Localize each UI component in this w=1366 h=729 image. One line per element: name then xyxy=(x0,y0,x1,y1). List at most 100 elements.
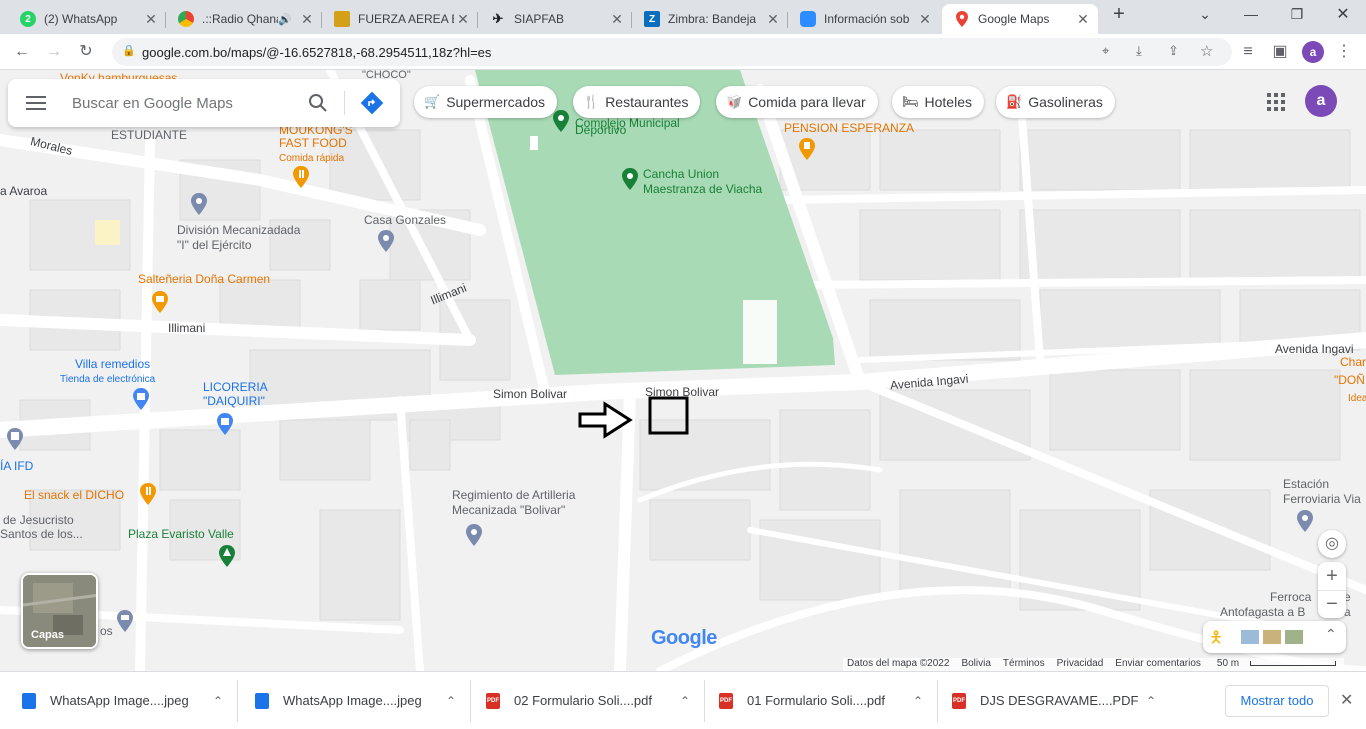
poi-plaza-evaristo-valle[interactable]: Plaza Evaristo Valle xyxy=(128,528,234,541)
poi-partial-os[interactable]: os xyxy=(100,625,113,638)
poi-pension[interactable]: PENSION ESPERANZA xyxy=(784,122,914,135)
poi-moukong-line2[interactable]: FAST FOOD xyxy=(279,137,347,150)
poi-char-line2[interactable]: "DOÑ xyxy=(1334,374,1365,387)
search-box[interactable]: Buscar en Google Maps xyxy=(8,79,400,127)
hotel-pin-icon[interactable] xyxy=(798,138,816,160)
pegman-icon[interactable]: 🯅 xyxy=(1209,627,1223,654)
zoom-in-button[interactable]: + xyxy=(1318,562,1346,590)
poi-estacion[interactable]: Estación xyxy=(1283,478,1329,491)
scale-bar[interactable]: 50 m xyxy=(1209,658,1344,671)
chevron-up-icon[interactable]: ⌃ xyxy=(446,694,456,708)
download-item[interactable]: WhatsApp Image....jpeg ⌃ xyxy=(22,672,237,729)
directions-icon[interactable] xyxy=(360,91,384,115)
imagery-thumbnail-icon[interactable] xyxy=(1263,630,1281,644)
account-avatar[interactable]: a xyxy=(1305,85,1337,117)
close-shelf-icon[interactable]: ✕ xyxy=(1340,690,1353,710)
layers-toggle[interactable]: Capas xyxy=(21,573,98,649)
tab-zimbra[interactable]: Z Zimbra: Bandeja ✕ xyxy=(632,4,788,34)
cafe-pin-icon[interactable] xyxy=(151,291,169,313)
poi-villa-remedios[interactable]: Villa remedios xyxy=(75,358,150,371)
back-icon[interactable]: ← xyxy=(12,42,32,62)
restaurant-pin-icon[interactable] xyxy=(292,166,310,188)
poi-estacion-line2[interactable]: Ferroviaria Via xyxy=(1283,493,1361,506)
imagery-thumbnail-icon[interactable] xyxy=(1285,630,1303,644)
footer-link-privacidad[interactable]: Privacidad xyxy=(1053,658,1112,671)
footer-link-terminos[interactable]: Términos xyxy=(999,658,1053,671)
tab-google-maps[interactable]: Google Maps ✕ xyxy=(942,4,1098,34)
close-tab-icon[interactable]: ✕ xyxy=(916,11,934,28)
shopping-pin-icon[interactable] xyxy=(216,413,234,435)
poi-division-line2[interactable]: "I" del Ejército xyxy=(177,239,252,252)
tab-radio-qhana[interactable]: .::Radio Qhana 🔊 ✕ xyxy=(166,4,322,34)
poi-cancha[interactable]: Cancha Union xyxy=(643,168,719,181)
place-pin-icon[interactable] xyxy=(1296,510,1314,532)
maximize-button[interactable]: ❐ xyxy=(1282,6,1312,23)
shopping-pin-icon[interactable] xyxy=(132,388,150,410)
side-panel-icon[interactable]: ▣ xyxy=(1270,42,1290,62)
download-item[interactable]: WhatsApp Image....jpeg ⌃ xyxy=(255,672,470,729)
reload-icon[interactable]: ↻ xyxy=(76,42,96,62)
close-tab-icon[interactable]: ✕ xyxy=(454,11,472,28)
poi-ifd[interactable]: ÍA IFD xyxy=(0,460,33,473)
speaker-icon[interactable]: 🔊 xyxy=(278,13,292,26)
tree-pin-icon[interactable] xyxy=(218,545,236,567)
chevron-up-icon[interactable]: ⌃ xyxy=(913,694,923,708)
chip-comida-para-llevar[interactable]: 🥡 Comida para llevar xyxy=(716,86,878,118)
menu-icon[interactable] xyxy=(26,96,46,110)
search-icon[interactable] xyxy=(308,93,328,113)
chip-restaurantes[interactable]: 🍴 Restaurantes xyxy=(573,86,701,118)
my-location-button[interactable]: ◎ xyxy=(1318,530,1346,558)
google-apps-icon[interactable] xyxy=(1266,92,1286,112)
lock-icon[interactable]: 🔒 xyxy=(122,44,136,57)
close-tab-icon[interactable]: ✕ xyxy=(142,11,160,28)
poi-el-snack[interactable]: El snack el DICHO xyxy=(24,489,124,502)
close-window-button[interactable]: ✕ xyxy=(1328,4,1358,24)
expand-chevron-icon[interactable]: ⌃ xyxy=(1325,626,1337,643)
zoom-out-button[interactable]: − xyxy=(1318,590,1346,618)
imagery-thumbnail-icon[interactable] xyxy=(1241,630,1259,644)
tab-siapfab[interactable]: ✈ SIAPFAB ✕ xyxy=(478,4,632,34)
poi-ferrocarril[interactable]: Ferroca xyxy=(1270,591,1311,604)
footer-link-enviar[interactable]: Enviar comentarios xyxy=(1111,658,1209,671)
forward-icon[interactable]: → xyxy=(44,42,64,62)
menu-kebab-icon[interactable]: ⋮ xyxy=(1334,42,1354,62)
park-pin-icon[interactable] xyxy=(552,110,570,132)
school-pin-icon[interactable] xyxy=(116,610,134,632)
poi-licoreria[interactable]: LICORERIA xyxy=(203,381,268,394)
bookmark-star-icon[interactable]: ☆ xyxy=(1200,42,1213,60)
tab-whatsapp[interactable]: 2 (2) WhatsApp ✕ xyxy=(8,4,166,34)
chevron-up-icon[interactable]: ⌃ xyxy=(213,694,223,708)
footer-link-bolivia[interactable]: Bolivia xyxy=(957,658,998,671)
location-icon[interactable]: ⌖ xyxy=(1102,43,1109,59)
poi-jesucristo[interactable]: de Jesucristo xyxy=(3,514,74,527)
poi-jesucristo-line2[interactable]: Santos de los... xyxy=(0,528,83,541)
poi-ferrocarril-line2[interactable]: Antofagasta a B xyxy=(1220,606,1305,619)
url-text[interactable]: google.com.bo/maps/@-16.6527818,-68.2954… xyxy=(142,45,491,60)
poi-complejo-line2[interactable]: Deportivo xyxy=(575,124,626,137)
place-pin-icon[interactable] xyxy=(190,193,208,215)
reading-list-icon[interactable]: ≡ xyxy=(1238,42,1258,62)
place-pin-icon[interactable] xyxy=(465,524,483,546)
profile-avatar[interactable]: a xyxy=(1302,41,1324,63)
poi-regimiento-line2[interactable]: Mecanizada "Bolivar" xyxy=(452,504,565,517)
download-item[interactable]: PDF 01 Formulario Soli....pdf ⌃ xyxy=(719,672,937,729)
poi-saltenaria[interactable]: Salteñeria Doña Carmen xyxy=(138,273,270,286)
install-app-icon[interactable]: ⤓ xyxy=(1136,43,1142,59)
tab-fuerza-aerea[interactable]: FUERZA AEREA B ✕ xyxy=(322,4,478,34)
poi-casa-gonzales[interactable]: Casa Gonzales xyxy=(364,214,446,227)
park-pin-icon[interactable] xyxy=(621,168,639,190)
download-item[interactable]: PDF DJS DESGRAVAME....PDF ⌃ xyxy=(952,672,1170,729)
restaurant-pin-icon[interactable] xyxy=(139,483,157,505)
close-tab-icon[interactable]: ✕ xyxy=(608,11,626,28)
chip-supermercados[interactable]: 🛒 Supermercados xyxy=(414,86,558,118)
poi-licoreria-line2[interactable]: "DAIQUIRI" xyxy=(203,395,265,408)
poi-division[interactable]: División Mecanizadada xyxy=(177,224,300,237)
poi-char[interactable]: Char xyxy=(1340,356,1366,369)
address-bar[interactable]: 🔒 google.com.bo/maps/@-16.6527818,-68.29… xyxy=(112,38,1232,66)
close-tab-icon[interactable]: ✕ xyxy=(298,11,316,28)
tab-informacion[interactable]: Información sob ✕ xyxy=(788,4,940,34)
show-all-button[interactable]: Mostrar todo xyxy=(1225,685,1329,717)
bus-pin-icon[interactable] xyxy=(6,428,24,450)
poi-cancha-line2[interactable]: Maestranza de Viacha xyxy=(643,183,762,196)
close-tab-icon[interactable]: ✕ xyxy=(764,11,782,28)
